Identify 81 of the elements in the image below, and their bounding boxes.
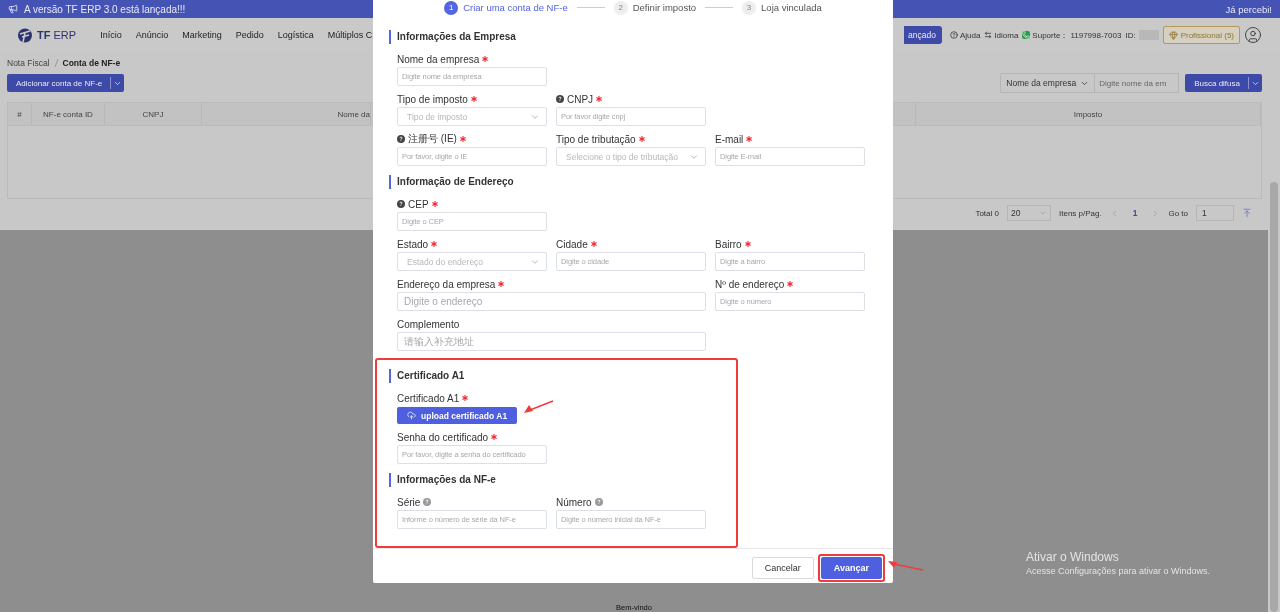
scrollbar[interactable] — [1268, 52, 1280, 612]
section-title: Informações da Empresa — [389, 30, 869, 44]
avatar-icon[interactable] — [1244, 26, 1262, 44]
field-label: Senha do certificado — [397, 431, 489, 443]
column-header: NF-e conta ID — [32, 103, 105, 125]
nav-menu-item[interactable]: Logística — [277, 30, 314, 40]
field-label: Endereço da empresa — [397, 278, 496, 290]
field-label: Tipo de tributação — [556, 133, 636, 145]
page-size-select[interactable]: 20 — [1007, 205, 1051, 221]
field-label: 注册号 (IE) — [408, 132, 457, 146]
total-count: Total 0 — [975, 208, 999, 218]
support-label: Suporte： — [1032, 29, 1069, 41]
nav-menu-item[interactable]: Anúncio — [135, 30, 169, 40]
nav-menu-item[interactable]: Pedido — [235, 30, 264, 40]
chevron-down-icon — [1039, 209, 1047, 217]
step-label: Loja vinculada — [761, 2, 822, 13]
cloud-upload-icon — [407, 411, 416, 420]
annotation-arrow — [888, 560, 924, 572]
section-title: Certificado A1 — [389, 369, 736, 383]
column-header: # — [8, 103, 32, 125]
activation-subtitle: Acesse Configurações para ativar o Windows. — [1026, 566, 1211, 576]
id-label: ID: — [1125, 30, 1136, 40]
step-number: 2 — [613, 0, 628, 15]
help-icon — [949, 31, 958, 39]
field-label: CEP — [408, 198, 429, 210]
column-header: CNPJ — [105, 103, 202, 125]
next-button[interactable]: Avançar — [820, 557, 882, 579]
field-label: Estado — [397, 238, 429, 250]
phone-icon — [1022, 31, 1031, 39]
field-label: CNPJ — [567, 93, 594, 105]
goto-input[interactable]: 1 — [1196, 205, 1234, 221]
help-icon[interactable] — [397, 135, 405, 143]
breadcrumb-item: Conta de NF-e — [62, 58, 121, 68]
logo-text: TF ERP — [37, 29, 77, 41]
step-number: 1 — [444, 0, 459, 15]
dismiss-link[interactable]: Já percebi! — [1225, 3, 1272, 15]
per-page-label: Itens p/Pag. — [1059, 208, 1102, 218]
field-label: Bairro — [715, 238, 742, 250]
step-number: 3 — [742, 0, 757, 15]
banner-message: A versão TF ERP 3.0 está lançada!!! — [24, 3, 186, 15]
field-label: Série — [397, 496, 421, 508]
field-label: E-mail — [715, 133, 744, 145]
gem-icon — [1168, 30, 1178, 40]
swap-icon — [984, 31, 993, 39]
field-label: Número — [556, 496, 592, 508]
field-label: Cidade — [556, 238, 588, 250]
cancel-button[interactable]: Cancelar — [751, 557, 814, 579]
page-number[interactable]: 1 — [1126, 208, 1144, 218]
help-link[interactable]: Ajuda — [959, 30, 981, 40]
text-input[interactable]: Digite o endereço — [397, 292, 706, 311]
nav-menu-item[interactable]: Início — [100, 30, 122, 40]
upload-button[interactable]: upload certificado A1 — [397, 407, 518, 424]
nav-menu-item[interactable]: Marketing — [182, 30, 222, 40]
step-label: Criar uma conta de NF-e — [463, 2, 568, 13]
step-label: Definir imposto — [632, 2, 697, 13]
megaphone-icon — [8, 4, 18, 14]
section-title: Informação de Endereço — [389, 175, 869, 189]
logo-icon — [17, 27, 34, 43]
section-title: Informações da NF-e — [389, 473, 736, 487]
nav-button[interactable]: ançado — [904, 26, 942, 44]
column-header: Imposto — [916, 103, 1261, 125]
filter-select[interactable]: Nome da empresa — [1000, 73, 1096, 93]
language-link[interactable]: Idioma — [994, 30, 1019, 40]
nav-menu-item[interactable]: Múltiplos C — [327, 30, 373, 40]
search-button[interactable]: Busca difusa — [1185, 74, 1262, 92]
back-to-top-icon[interactable] — [1242, 208, 1252, 218]
field-label: Certificado A1 — [397, 392, 460, 404]
text-input[interactable]: 请输入补充地址 — [397, 332, 706, 351]
goto-label: Go to — [1168, 208, 1188, 218]
add-account-button[interactable]: Adicionar conta de NF-e — [7, 74, 125, 92]
activation-title: Ativar o Windows — [1026, 550, 1120, 564]
breadcrumb-item[interactable]: Nota Fiscal — [7, 58, 50, 68]
support-phone: 1197998-7003 — [1070, 30, 1122, 40]
help-icon[interactable] — [556, 95, 564, 103]
field-label: Tipo de imposto — [397, 93, 468, 105]
filter-input[interactable]: Digite nome da em — [1095, 73, 1180, 93]
help-icon[interactable] — [397, 200, 405, 208]
field-label: Nº de endereço — [715, 278, 785, 290]
field-label: Complemento — [397, 318, 460, 330]
field-label: Nome da empresa — [397, 53, 480, 65]
column-header: Nome da — [202, 103, 371, 125]
